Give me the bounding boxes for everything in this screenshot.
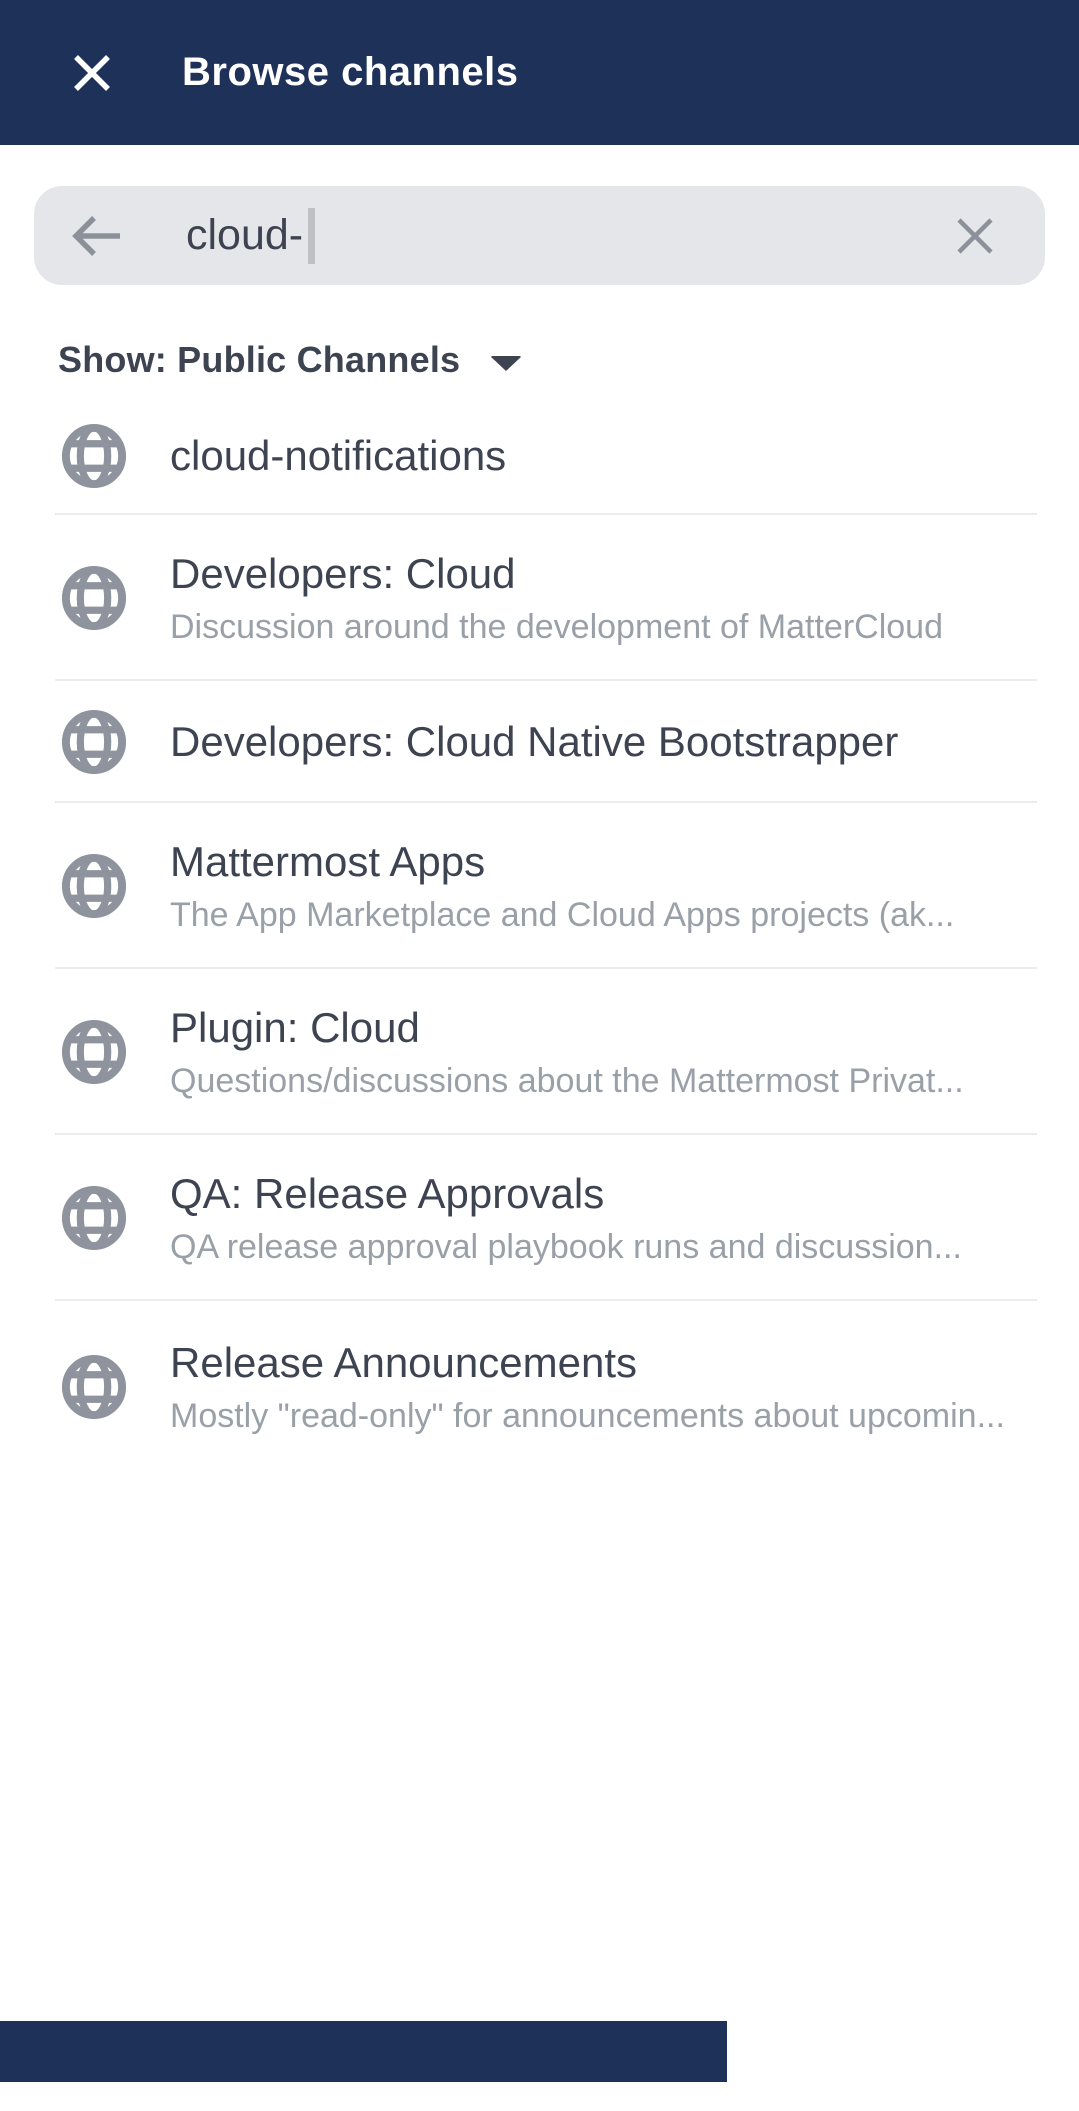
- search-input[interactable]: cloud-: [186, 208, 947, 264]
- globe-icon: [58, 562, 130, 634]
- page-title: Browse channels: [182, 50, 519, 95]
- search-value: cloud-: [186, 211, 303, 260]
- channel-row[interactable]: QA: Release Approvals QA release approva…: [0, 1135, 1079, 1301]
- back-button[interactable]: [68, 206, 128, 266]
- close-button[interactable]: [64, 45, 120, 101]
- close-icon: [69, 50, 115, 96]
- channel-icon-col: [0, 1182, 170, 1254]
- channel-name: QA: Release Approvals: [170, 1166, 1049, 1222]
- channel-list: cloud-notifications Developers: Cloud Di…: [0, 397, 1079, 1473]
- channel-text: QA: Release Approvals QA release approva…: [170, 1166, 1079, 1270]
- globe-icon: [58, 1351, 130, 1423]
- channel-row[interactable]: Developers: Cloud Native Bootstrapper: [0, 681, 1079, 803]
- channel-description: Questions/discussions about the Mattermo…: [170, 1058, 1049, 1104]
- channel-name: Release Announcements: [170, 1335, 1049, 1391]
- channel-name: Developers: Cloud Native Bootstrapper: [170, 714, 1049, 770]
- channel-text: Mattermost Apps The App Marketplace and …: [170, 834, 1079, 938]
- channel-text: Developers: Cloud Discussion around the …: [170, 546, 1079, 650]
- channel-icon-col: [0, 562, 170, 634]
- clear-x-icon: [953, 214, 997, 258]
- browse-channels-screen: Browse channels cloud- Show: Public Chan…: [0, 0, 1079, 2111]
- channel-text: cloud-notifications: [170, 428, 1079, 484]
- bottom-nav-bar: [0, 2021, 727, 2082]
- channel-name: cloud-notifications: [170, 428, 1049, 484]
- caret-down-icon: [490, 356, 522, 371]
- globe-icon: [58, 1016, 130, 1088]
- channel-text: Developers: Cloud Native Bootstrapper: [170, 714, 1079, 770]
- channel-row[interactable]: cloud-notifications: [0, 397, 1079, 515]
- globe-icon: [58, 1182, 130, 1254]
- channel-filter-dropdown[interactable]: Show: Public Channels: [58, 337, 522, 383]
- clear-search-button[interactable]: [947, 208, 1003, 264]
- header: Browse channels: [0, 0, 1079, 145]
- channel-row[interactable]: Plugin: Cloud Questions/discussions abou…: [0, 969, 1079, 1135]
- search-bar[interactable]: cloud-: [34, 186, 1045, 285]
- channel-text: Release Announcements Mostly "read-only"…: [170, 1335, 1079, 1439]
- channel-icon-col: [0, 420, 170, 492]
- channel-description: Discussion around the development of Mat…: [170, 604, 1049, 650]
- channel-icon-col: [0, 706, 170, 778]
- channel-icon-col: [0, 1351, 170, 1423]
- globe-icon: [58, 706, 130, 778]
- text-cursor: [308, 208, 315, 264]
- channel-description: The App Marketplace and Cloud Apps proje…: [170, 892, 1049, 938]
- channel-icon-col: [0, 1016, 170, 1088]
- channel-name: Developers: Cloud: [170, 546, 1049, 602]
- channel-row[interactable]: Release Announcements Mostly "read-only"…: [0, 1301, 1079, 1473]
- channel-name: Plugin: Cloud: [170, 1000, 1049, 1056]
- channel-description: Mostly "read-only" for announcements abo…: [170, 1393, 1049, 1439]
- filter-label: Show: Public Channels: [58, 339, 460, 381]
- channel-icon-col: [0, 850, 170, 922]
- channel-description: QA release approval playbook runs and di…: [170, 1224, 1049, 1270]
- arrow-left-icon: [70, 212, 126, 260]
- globe-icon: [58, 420, 130, 492]
- channel-row[interactable]: Mattermost Apps The App Marketplace and …: [0, 803, 1079, 969]
- channel-text: Plugin: Cloud Questions/discussions abou…: [170, 1000, 1079, 1104]
- channel-name: Mattermost Apps: [170, 834, 1049, 890]
- channel-row[interactable]: Developers: Cloud Discussion around the …: [0, 515, 1079, 681]
- globe-icon: [58, 850, 130, 922]
